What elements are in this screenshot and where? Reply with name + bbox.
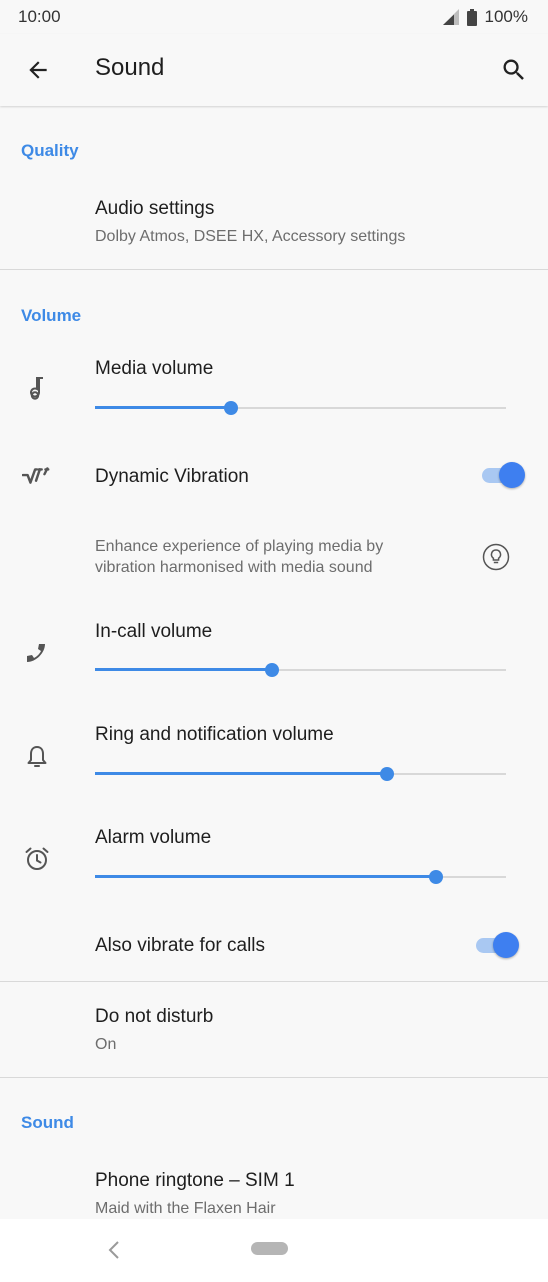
- music-note-icon: [22, 374, 52, 404]
- search-button[interactable]: [490, 46, 538, 94]
- battery-percentage: 100%: [484, 7, 528, 26]
- phone-icon: [22, 638, 52, 668]
- signal-icon: [442, 9, 459, 25]
- vibrate-calls-title: Also vibrate for calls: [95, 935, 266, 956]
- slider-fill: [95, 406, 231, 409]
- status-time: 10:00: [18, 7, 61, 26]
- ring-volume-title: Ring and notification volume: [95, 724, 334, 745]
- media-volume-title: Media volume: [95, 358, 214, 379]
- dynamic-vibration-toggle[interactable]: [480, 462, 526, 488]
- slider-thumb[interactable]: [379, 767, 394, 781]
- audio-settings-title: Audio settings: [95, 198, 215, 219]
- dynamic-vibration-description-line1: Enhance experience of playing media by: [95, 538, 384, 555]
- section-header-sound: Sound: [21, 1113, 74, 1132]
- alarm-volume-title: Alarm volume: [95, 827, 212, 848]
- slider-thumb[interactable]: [264, 663, 279, 677]
- section-header-volume: Volume: [21, 306, 82, 325]
- media-volume-slider[interactable]: [95, 398, 506, 418]
- nav-back-button[interactable]: [100, 1236, 128, 1264]
- divider: [0, 981, 548, 982]
- slider-thumb[interactable]: [223, 401, 238, 415]
- back-arrow-icon: [29, 61, 47, 79]
- slider-fill: [95, 772, 387, 775]
- vibrate-calls-item[interactable]: Also vibrate for calls: [0, 918, 548, 978]
- screen: 10:00 100% Sound Quality Audio settings …: [0, 0, 548, 1282]
- nav-home-button[interactable]: [251, 1242, 288, 1255]
- do-not-disturb-subtitle: On: [95, 1036, 117, 1053]
- page-title: Sound: [95, 54, 165, 81]
- phone-ringtone-subtitle: Maid with the Flaxen Hair: [95, 1200, 276, 1217]
- lightbulb-icon[interactable]: [482, 543, 510, 571]
- dynamic-vibration-title: Dynamic Vibration: [95, 466, 249, 487]
- alarm-volume-slider[interactable]: [95, 867, 506, 887]
- ring-volume-slider[interactable]: [95, 764, 506, 784]
- app-bar: Sound: [0, 34, 548, 106]
- toggle-thumb: [493, 932, 519, 958]
- dynamic-vibration-description-line2: vibration harmonised with media sound: [95, 559, 373, 576]
- incall-volume-title: In-call volume: [95, 621, 213, 642]
- status-bar: 10:00 100%: [0, 0, 548, 34]
- bell-icon: [22, 742, 52, 772]
- toggle-thumb: [499, 462, 525, 488]
- navigation-bar: [0, 1219, 548, 1282]
- vibrate-calls-toggle[interactable]: [474, 932, 520, 958]
- slider-thumb[interactable]: [429, 870, 444, 884]
- status-indicators: 100%: [442, 7, 528, 27]
- section-header-quality: Quality: [21, 141, 79, 160]
- audio-settings-item[interactable]: Audio settings Dolby Atmos, DSEE HX, Acc…: [0, 186, 548, 268]
- divider: [0, 1077, 548, 1078]
- battery-icon: [466, 8, 477, 26]
- nav-back-icon: [108, 1241, 119, 1259]
- settings-list: Quality Audio settings Dolby Atmos, DSEE…: [0, 106, 548, 1219]
- do-not-disturb-title: Do not disturb: [95, 1006, 214, 1027]
- divider: [0, 269, 548, 270]
- vibration-icon: [22, 461, 52, 491]
- do-not-disturb-item[interactable]: Do not disturb On: [0, 994, 548, 1076]
- phone-ringtone-item[interactable]: Phone ringtone – SIM 1 Maid with the Fla…: [0, 1158, 548, 1219]
- alarm-clock-icon: [22, 844, 52, 874]
- slider-fill: [95, 875, 437, 878]
- slider-fill: [95, 668, 272, 671]
- audio-settings-subtitle: Dolby Atmos, DSEE HX, Accessory settings: [95, 228, 406, 245]
- search-icon: [503, 59, 524, 80]
- back-button[interactable]: [14, 46, 62, 94]
- phone-ringtone-title: Phone ringtone – SIM 1: [95, 1170, 295, 1191]
- incall-volume-slider[interactable]: [95, 660, 506, 680]
